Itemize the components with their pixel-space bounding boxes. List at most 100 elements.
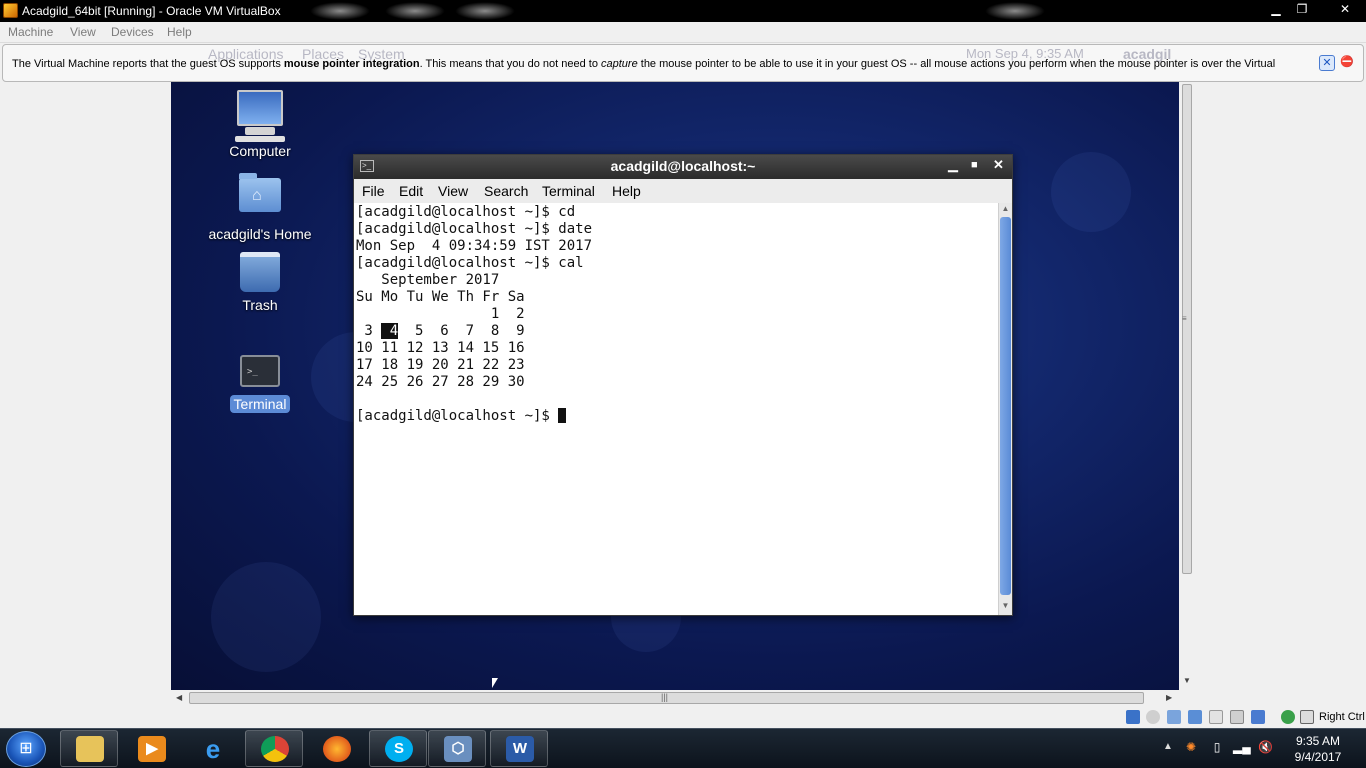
terminal-scroll-thumb[interactable] [1000, 217, 1011, 595]
minimize-button[interactable]: ▁ [1263, 1, 1289, 19]
vbox-status-bar: Right Ctrl [0, 706, 1366, 728]
notice-text: . This means that you do not need to [419, 58, 601, 70]
taskbar-chrome[interactable] [245, 730, 303, 767]
video-capture-icon[interactable] [1251, 710, 1265, 724]
terminal-menu-edit[interactable]: Edit [399, 183, 423, 199]
home-folder-icon: ⌂ [239, 173, 281, 212]
terminal-minimize-button[interactable]: ▁ [948, 157, 958, 173]
virtualbox-icon: ⬡ [444, 736, 472, 762]
show-hidden-icons-icon[interactable]: ▲ [1163, 741, 1173, 752]
terminal-output-text: [acadgild@localhost ~]$ cd [acadgild@loc… [356, 204, 593, 322]
glass-highlight [385, 2, 445, 20]
desktop-icon-terminal[interactable]: >_ Terminal [200, 355, 320, 413]
volume-muted-icon[interactable]: 🔇 [1258, 740, 1273, 756]
notice-mute-icon[interactable]: ⛔ [1339, 55, 1355, 71]
vertical-scroll-thumb[interactable] [1182, 84, 1192, 574]
computer-stand [245, 127, 275, 135]
terminal-maximize-button[interactable]: ■ [971, 159, 978, 171]
terminal-title-bar[interactable]: >_ acadgild@localhost:~ ▁ ■ ✕ [354, 155, 1012, 179]
signal-icon[interactable]: ▂▄ [1233, 740, 1251, 756]
firefox-icon [323, 736, 351, 762]
terminal-screen[interactable]: [acadgild@localhost ~]$ cd [acadgild@loc… [354, 203, 998, 615]
notice-bold-text: mouse pointer integration [283, 58, 420, 70]
scroll-grip-icon: ||| [661, 692, 669, 702]
glass-highlight [455, 2, 515, 20]
optical-drive-icon[interactable] [1146, 710, 1160, 724]
scroll-down-arrow-icon[interactable]: ▼ [1183, 676, 1191, 685]
network-icon[interactable] [1188, 710, 1202, 724]
terminal-menu-help[interactable]: Help [612, 183, 641, 199]
taskbar-word[interactable]: W [490, 730, 548, 767]
desktop-icon-home[interactable]: ⌂ acadgild's Home [200, 173, 320, 243]
scroll-left-arrow-icon[interactable]: ◀ [176, 693, 182, 702]
terminal-close-button[interactable]: ✕ [993, 157, 1004, 173]
terminal-menu-view[interactable]: View [438, 183, 468, 199]
chrome-icon [261, 736, 289, 762]
menu-view[interactable]: View [70, 25, 96, 39]
taskbar-explorer[interactable] [60, 730, 118, 767]
terminal-icon: >_ [240, 355, 280, 387]
host-key-label: Right Ctrl [1319, 711, 1365, 723]
menu-help[interactable]: Help [167, 25, 192, 39]
terminal-output: [acadgild@localhost ~]$ cd [acadgild@loc… [356, 204, 592, 425]
tray-app-icon[interactable]: ✺ [1184, 740, 1198, 756]
vbox-horizontal-scrollbar[interactable]: ◀ ||| ▶ [171, 690, 1179, 706]
terminal-menu-terminal[interactable]: Terminal [542, 183, 595, 199]
shared-folders-icon[interactable] [1209, 710, 1223, 724]
taskbar-skype[interactable]: S [369, 730, 427, 767]
vbox-menu-bar: Machine View Devices Help [0, 22, 1366, 43]
vbox-vertical-scrollbar[interactable]: ≡ ▼ [1179, 82, 1195, 690]
calendar-today: 4 [381, 323, 399, 339]
terminal-cursor [558, 408, 567, 423]
menu-devices[interactable]: Devices [111, 25, 154, 39]
computer-icon [237, 90, 283, 126]
folder-icon [76, 736, 104, 762]
desktop-icon-label: Terminal [229, 395, 291, 413]
menu-machine[interactable]: Machine [8, 25, 53, 39]
glass-highlight [985, 2, 1045, 20]
battery-icon[interactable]: ▯ [1210, 740, 1224, 756]
background-bokeh [211, 562, 321, 672]
hard-disk-icon[interactable] [1126, 710, 1140, 724]
taskbar-media-player[interactable]: ▶ [122, 730, 180, 767]
taskbar-virtualbox[interactable]: ⬡ [428, 730, 486, 767]
terminal-menu-search[interactable]: Search [484, 183, 528, 199]
system-clock[interactable]: 9:35 AM 9/4/2017 [1284, 733, 1352, 765]
terminal-output-text: 3 [356, 323, 382, 339]
taskbar-firefox[interactable] [307, 730, 365, 767]
window-title: Acadgild_64bit [Running] - Oracle VM Vir… [22, 4, 281, 18]
virtualbox-app-icon [3, 3, 18, 18]
desktop-icon-label: acadgild's Home [208, 226, 312, 242]
notice-italic-text: capture [601, 58, 638, 70]
skype-icon: S [385, 736, 413, 762]
house-icon: ⌂ [252, 187, 262, 204]
internet-explorer-icon: e [205, 734, 221, 764]
scroll-up-arrow-icon[interactable]: ▲ [1000, 204, 1011, 216]
desktop-icon-label: Computer [229, 143, 291, 159]
desktop-icon-computer[interactable]: Computer [200, 90, 320, 160]
scroll-down-arrow-icon[interactable]: ▼ [1000, 601, 1011, 613]
close-button[interactable]: ✕ [1326, 1, 1364, 19]
notice-text: the mouse pointer to be able to use it i… [637, 58, 1276, 70]
display-icon[interactable] [1230, 710, 1244, 724]
desktop-icon-trash[interactable]: Trash [200, 252, 320, 314]
keyboard-capture-icon[interactable] [1300, 710, 1314, 724]
notice-message: The Virtual Machine reports that the gue… [12, 58, 1275, 70]
notice-close-icon[interactable]: ✕ [1319, 55, 1335, 71]
taskbar-internet-explorer[interactable]: e [183, 730, 241, 767]
maximize-button[interactable]: ❐ [1289, 1, 1315, 19]
mouse-pointer-icon [492, 678, 498, 688]
scroll-right-arrow-icon[interactable]: ▶ [1166, 693, 1172, 702]
terminal-title: acadgild@localhost:~ [610, 158, 756, 174]
windows-taskbar: ⊞ ▶ e S ⬡ W ▲ ✺ ▯ ▂▄ 🔇 9:35 AM 9/4/2017 [0, 728, 1366, 768]
terminal-window[interactable]: >_ acadgild@localhost:~ ▁ ■ ✕ File Edit … [353, 154, 1013, 616]
terminal-scrollbar[interactable]: ▲ ▼ [998, 203, 1012, 615]
usb-icon[interactable] [1167, 710, 1181, 724]
word-icon: W [506, 736, 534, 762]
mouse-integration-notice: Applications Places System Mon Sep 4, 9:… [2, 44, 1364, 82]
mouse-integration-icon[interactable] [1281, 710, 1295, 724]
terminal-menu-file[interactable]: File [362, 183, 385, 199]
start-button[interactable]: ⊞ [6, 731, 46, 767]
vbox-title-bar: Acadgild_64bit [Running] - Oracle VM Vir… [0, 0, 1366, 22]
